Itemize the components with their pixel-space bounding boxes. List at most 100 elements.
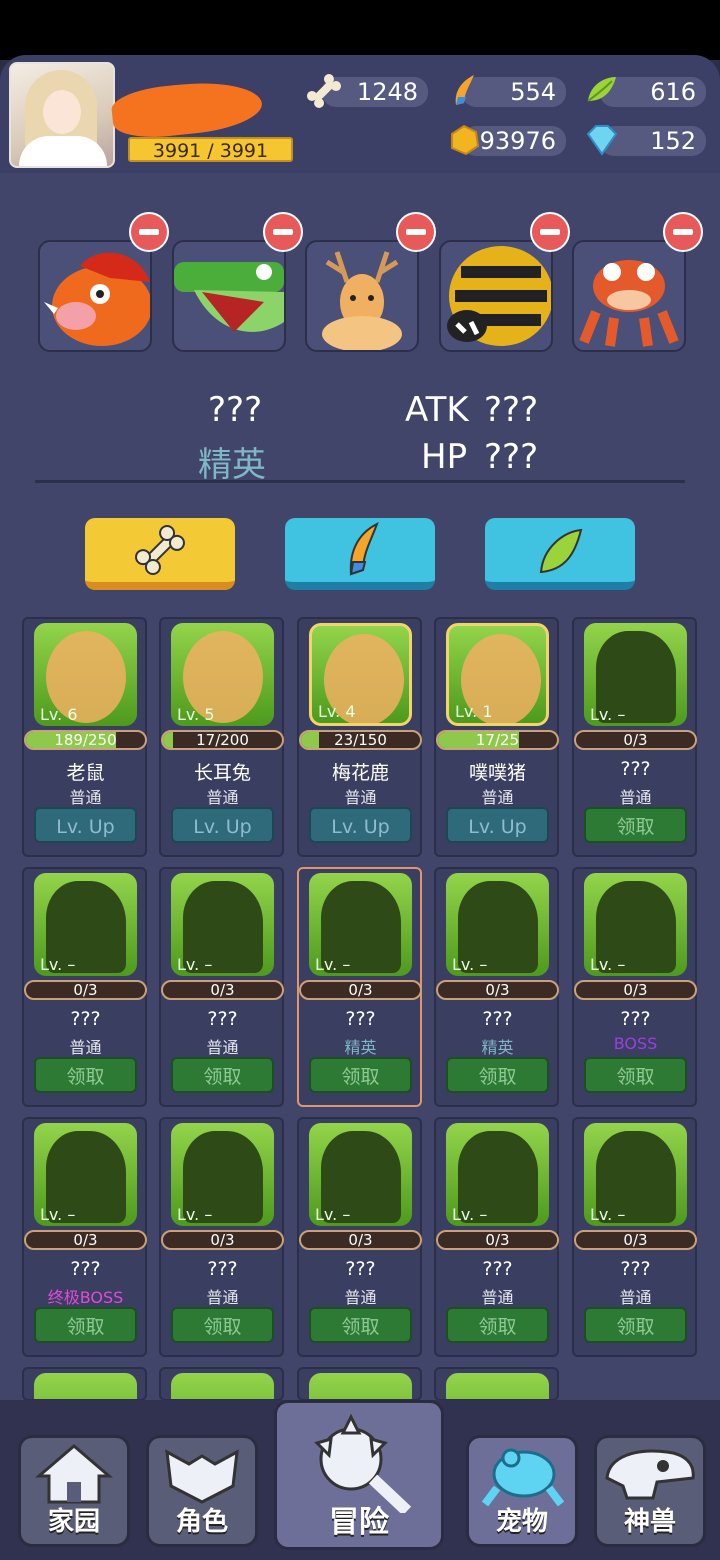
pet-rank: 精英 xyxy=(344,1038,377,1057)
filter-tab-feather[interactable] xyxy=(285,518,435,590)
feather-icon xyxy=(349,521,379,576)
pet-card[interactable]: Lv. – 0/3??? 精英 领取 xyxy=(297,867,422,1107)
pet-progress-text: 0/3 xyxy=(485,981,510,999)
pet-rank: 精英 xyxy=(481,1038,514,1057)
pet-name: 长耳兔 xyxy=(193,762,251,784)
pet-card[interactable]: Lv. – 0/3??? 普通 领取 xyxy=(297,1117,422,1357)
claim-button[interactable]: 领取 xyxy=(446,1057,549,1093)
pet-progress-text: 23/150 xyxy=(334,731,387,749)
player-avatar[interactable] xyxy=(9,62,115,168)
claim-button[interactable]: 领取 xyxy=(584,1307,687,1343)
pet-card[interactable]: Lv. – 0/3??? 普通 领取 xyxy=(434,1117,559,1357)
remove-boar-button[interactable] xyxy=(129,212,169,252)
gold-counter: 93976 xyxy=(451,124,566,156)
pet-portrait: Lv. – xyxy=(171,1123,274,1226)
leaf-wing-icon xyxy=(539,528,583,574)
gold-count: 93976 xyxy=(479,127,556,155)
leaf-counter: 616 xyxy=(587,77,706,107)
pet-name: ??? xyxy=(345,1008,376,1030)
pet-card[interactable]: Lv. 5 17/200 长耳兔 普通 Lv. Up xyxy=(159,617,284,857)
pet-portrait: Lv. 1 xyxy=(446,623,549,726)
pet-card[interactable]: Lv. – 0/3??? 终极BOSS 领取 xyxy=(22,1117,147,1357)
pet-card-partial[interactable] xyxy=(297,1367,422,1401)
team-slot-frog[interactable] xyxy=(572,240,686,352)
pet-rank: 普通 xyxy=(481,1288,514,1307)
pet-rank: 普通 xyxy=(69,788,102,807)
pet-level: Lv. – xyxy=(452,1205,488,1224)
filter-tab-bone[interactable] xyxy=(85,518,235,590)
pet-card[interactable]: Lv. 6 189/250 老鼠 普通 Lv. Up xyxy=(22,617,147,857)
pet-rank: 终极BOSS xyxy=(47,1288,124,1307)
claim-button[interactable]: 领取 xyxy=(34,1307,137,1343)
nav-home[interactable]: 家园 xyxy=(18,1435,130,1547)
pet-progress-text: 0/3 xyxy=(73,1231,98,1249)
claim-button[interactable]: 领取 xyxy=(171,1057,274,1093)
level-up-button[interactable]: Lv. Up xyxy=(309,807,412,843)
team-slot-deer[interactable] xyxy=(305,240,419,352)
pet-card[interactable]: Lv. – 0/3??? 普通 领取 xyxy=(159,867,284,1107)
nav-adventure[interactable]: 冒险 xyxy=(274,1400,444,1550)
filter-tab-leaf[interactable] xyxy=(485,518,635,590)
pet-card-partial[interactable] xyxy=(159,1367,284,1401)
claim-button[interactable]: 领取 xyxy=(309,1307,412,1343)
nav-role[interactable]: 角色 xyxy=(146,1435,258,1547)
team-slot-boar[interactable] xyxy=(38,240,152,352)
pet-card[interactable]: Lv. – 0/3??? 普通 领取 xyxy=(22,867,147,1107)
claim-button[interactable]: 领取 xyxy=(584,807,687,843)
pet-progress-text: 0/3 xyxy=(348,1231,373,1249)
pet-name: ??? xyxy=(207,1008,238,1030)
claim-button[interactable]: 领取 xyxy=(446,1307,549,1343)
pet-card-partial[interactable] xyxy=(22,1367,147,1401)
bone-counter: 1248 xyxy=(306,73,428,109)
team-slot-crocodile[interactable] xyxy=(172,240,286,352)
pet-progress-bar: 17/25 xyxy=(436,730,559,750)
pet-card[interactable]: Lv. – 0/3??? 普通 领取 xyxy=(159,1117,284,1357)
remove-frog-button[interactable] xyxy=(663,212,703,252)
feather-icon xyxy=(455,75,474,105)
level-up-button[interactable]: Lv. Up xyxy=(171,807,274,843)
frog-icon xyxy=(481,1448,565,1507)
claim-button[interactable]: 领取 xyxy=(584,1057,687,1093)
pet-rank: BOSS xyxy=(613,1034,658,1053)
atk-label: ATK xyxy=(405,390,469,430)
remove-crocodile-button[interactable] xyxy=(263,212,303,252)
pet-level: Lv. – xyxy=(590,705,626,724)
pet-card[interactable]: Lv. 1 17/25 噗噗猪 普通 Lv. Up xyxy=(434,617,559,857)
pet-card[interactable]: Lv. – 0/3??? 普通 领取 xyxy=(572,1117,697,1357)
pet-progress-bar: 0/3 xyxy=(161,1230,284,1250)
level-up-button[interactable]: Lv. Up xyxy=(34,807,137,843)
pet-name: ??? xyxy=(620,758,651,780)
pet-progress-text: 0/3 xyxy=(73,981,98,999)
level-up-button[interactable]: Lv. Up xyxy=(446,807,549,843)
pet-card-partial[interactable] xyxy=(434,1367,559,1401)
pet-level: Lv. – xyxy=(590,1205,626,1224)
team-slot-bee[interactable] xyxy=(439,240,553,352)
pet-name: 噗噗猪 xyxy=(468,762,526,784)
pet-rank: 普通 xyxy=(206,1038,239,1057)
remove-bee-button[interactable] xyxy=(530,212,570,252)
claim-button[interactable]: 领取 xyxy=(309,1057,412,1093)
claim-button[interactable]: 领取 xyxy=(34,1057,137,1093)
claim-button[interactable]: 领取 xyxy=(171,1307,274,1343)
crocodile-icon xyxy=(174,262,284,332)
selected-pet-rank: 精英 xyxy=(198,445,266,485)
nav-beast-label: 神兽 xyxy=(623,1507,676,1537)
pet-progress-bar: 17/200 xyxy=(161,730,284,750)
pet-progress-bar: 23/150 xyxy=(299,730,422,750)
pet-card[interactable]: Lv. – 0/3??? 精英 领取 xyxy=(434,867,559,1107)
pet-level: Lv. 4 xyxy=(318,702,356,721)
pet-card[interactable]: Lv. 4 23/150 梅花鹿 普通 Lv. Up xyxy=(297,617,422,857)
pet-level: Lv. – xyxy=(315,1205,351,1224)
pet-portrait: Lv. – xyxy=(34,873,137,976)
pet-card[interactable]: Lv. – 0/3??? 普通 领取 xyxy=(572,617,697,857)
feather-counter: 554 xyxy=(455,75,566,107)
pet-card[interactable]: Lv. – 0/3??? BOSS 领取 xyxy=(572,867,697,1107)
pet-level: Lv. 1 xyxy=(455,702,493,721)
remove-deer-button[interactable] xyxy=(396,212,436,252)
bone-icon xyxy=(135,525,185,575)
pet-progress-text: 0/3 xyxy=(623,981,648,999)
feather-count: 554 xyxy=(510,78,556,106)
nav-beast[interactable]: 神兽 xyxy=(594,1435,706,1547)
nav-adventure-label: 冒险 xyxy=(329,1505,389,1540)
nav-pet[interactable]: 宠物 xyxy=(466,1435,578,1547)
